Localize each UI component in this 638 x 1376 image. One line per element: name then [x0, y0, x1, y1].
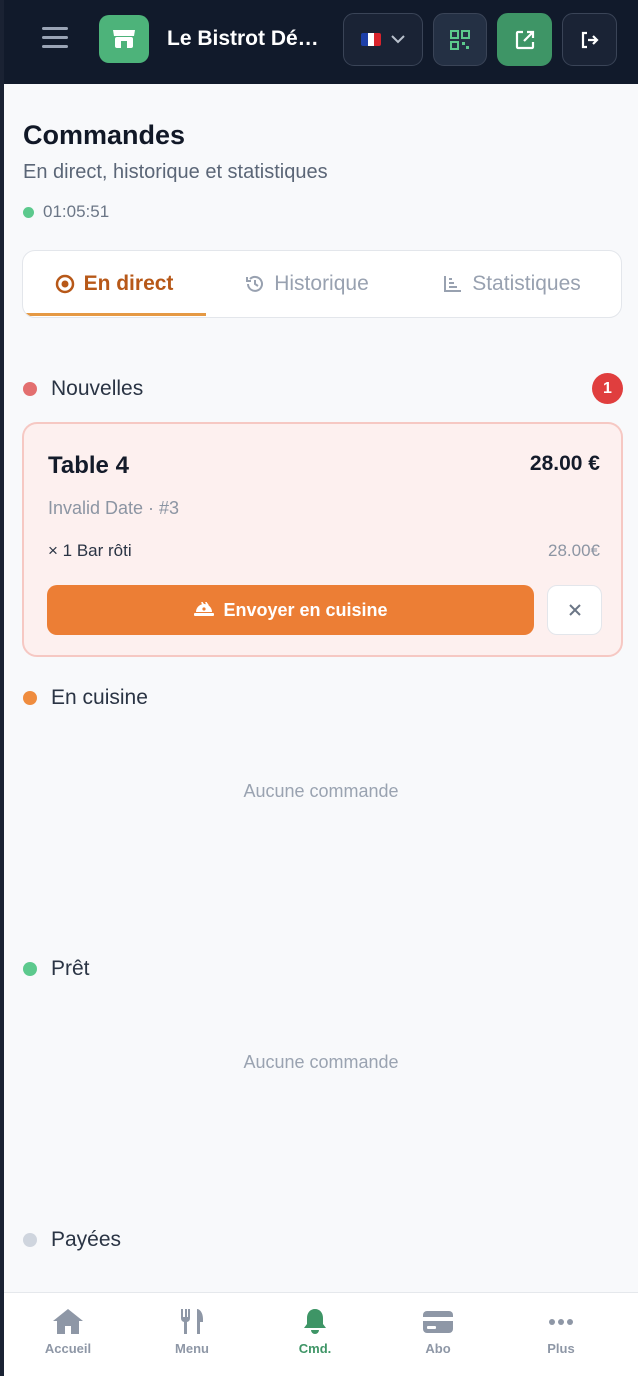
section-kitchen-label: En cuisine [51, 686, 148, 709]
orders-tabs: En direct Historique Statistiques [22, 250, 622, 318]
chevron-down-icon [391, 35, 405, 44]
clock-text: 01:05:51 [43, 202, 110, 221]
send-to-kitchen-label: Envoyer en cuisine [223, 599, 388, 620]
status-dot-new [23, 382, 37, 396]
utensils-icon [180, 1309, 203, 1334]
status-dot-ready [23, 962, 37, 976]
section-in-kitchen: En cuisine [23, 686, 148, 710]
order-table-name: Table 4 [48, 452, 129, 479]
nav-menu-label: Menu [175, 1341, 209, 1356]
nav-subscription-label: Abo [425, 1341, 451, 1356]
history-icon [246, 275, 264, 292]
chef-cooking-icon [194, 601, 215, 616]
kitchen-empty-state: Aucune commande [243, 781, 399, 801]
nav-home-label: Accueil [44, 1341, 92, 1356]
logout-icon [581, 31, 599, 48]
nav-menu[interactable]: Menu [137, 1308, 247, 1356]
section-paid: Payées [23, 1228, 121, 1252]
store-logo-icon [99, 15, 149, 63]
page-title: Commandes [23, 120, 186, 150]
nav-orders[interactable]: Cmd. [260, 1308, 370, 1356]
close-icon [568, 604, 581, 616]
section-new-label: Nouvelles [51, 377, 144, 400]
hamburger-menu-icon[interactable] [42, 27, 68, 51]
status-dot-kitchen [23, 691, 37, 705]
tab-statistics-label: Statistiques [472, 272, 581, 295]
home-icon [53, 1309, 83, 1334]
order-item: × 1 Bar rôti [48, 541, 132, 560]
section-paid-label: Payées [51, 1228, 122, 1251]
tab-live[interactable]: En direct [23, 251, 205, 317]
qr-code-button[interactable] [433, 13, 487, 66]
credit-card-icon [423, 1311, 453, 1333]
live-status-dot [23, 206, 34, 218]
order-meta: Invalid Date · #3 [48, 498, 180, 518]
external-link-icon [515, 30, 534, 49]
status-dot-paid [23, 1233, 37, 1247]
tab-history-label: Historique [274, 272, 369, 295]
nav-subscription[interactable]: Abo [383, 1308, 493, 1356]
tab-live-label: En direct [83, 272, 174, 295]
new-orders-count-badge: 1 [592, 373, 623, 404]
send-to-kitchen-button[interactable]: Envoyer en cuisine [47, 585, 534, 635]
nav-orders-label: Cmd. [298, 1341, 332, 1356]
tab-statistics[interactable]: Statistiques [417, 251, 607, 317]
ready-empty-state: Aucune commande [243, 1052, 399, 1072]
section-ready: Prêt [23, 957, 90, 981]
open-external-button[interactable] [497, 13, 552, 66]
nav-more[interactable]: Plus [506, 1308, 616, 1356]
order-card: Table 4 28.00 € Invalid Date · #3 × 1 Ba… [22, 422, 623, 657]
top-header: Le Bistrot Dé… [4, 0, 638, 84]
restaurant-name: Le Bistrot Dé… [167, 27, 319, 50]
bell-icon [304, 1309, 326, 1334]
section-ready-label: Prêt [51, 957, 90, 980]
page-subtitle: En direct, historique et statistiques [23, 161, 328, 183]
app-screen: Le Bistrot Dé… Commandes En direct, hist… [4, 0, 638, 1376]
reject-order-button[interactable] [547, 585, 602, 635]
record-circle-icon [55, 274, 74, 294]
french-flag-icon [361, 33, 381, 46]
language-selector[interactable] [343, 13, 423, 66]
active-tab-indicator [24, 313, 206, 316]
live-clock: 01:05:51 [23, 202, 109, 222]
logout-button[interactable] [562, 13, 617, 66]
nav-home[interactable]: Accueil [13, 1308, 123, 1356]
order-item-price: 28.00€ [548, 541, 600, 560]
section-new-orders: Nouvelles [23, 377, 143, 401]
more-horizontal-icon [549, 1319, 573, 1325]
order-total: 28.00 € [529, 452, 600, 475]
qr-code-icon [450, 29, 470, 50]
tab-history[interactable]: Historique [223, 251, 391, 317]
nav-more-label: Plus [547, 1341, 575, 1356]
bottom-navigation: Accueil Menu Cmd. Abo Plus [4, 1292, 638, 1376]
bar-chart-icon [444, 276, 462, 292]
